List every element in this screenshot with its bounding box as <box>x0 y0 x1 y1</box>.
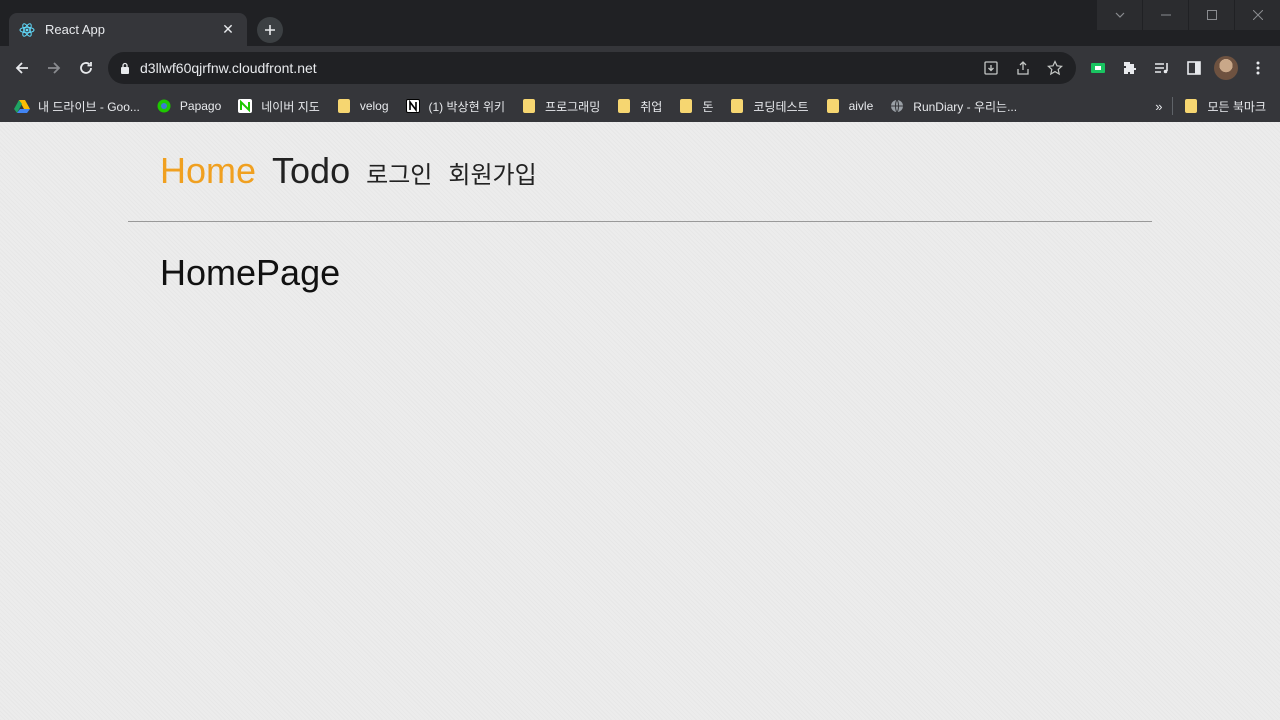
chevron-down-icon <box>1115 12 1124 18</box>
folder-icon <box>616 98 632 114</box>
notion-icon <box>405 98 421 114</box>
more-vert-icon <box>1256 61 1260 75</box>
install-app-button[interactable] <box>978 55 1004 81</box>
all-bookmarks-folder[interactable]: 모든 북마크 <box>1183 92 1266 120</box>
nav-signup-link[interactable]: 회원가입 <box>448 155 536 190</box>
browser-titlebar: React App ✕ <box>0 0 1280 46</box>
menu-button[interactable] <box>1244 54 1272 82</box>
bookmark-label: 취업 <box>640 99 663 114</box>
bookmark-label: 모든 북마크 <box>1207 99 1266 114</box>
extensions-button[interactable] <box>1116 54 1144 82</box>
folder-icon <box>336 98 352 114</box>
star-icon <box>1047 60 1063 76</box>
share-button[interactable] <box>1010 55 1036 81</box>
puzzle-icon <box>1124 62 1136 74</box>
bookmark-programming[interactable]: 프로그래밍 <box>521 92 608 120</box>
arrow-right-icon <box>48 62 61 74</box>
window-controls <box>1096 0 1280 30</box>
new-tab-button[interactable] <box>257 17 283 43</box>
folder-icon <box>521 98 537 114</box>
papago-icon <box>156 98 172 114</box>
bookmark-coding-test[interactable]: 코딩테스트 <box>729 92 816 120</box>
bookmark-google-drive[interactable]: 내 드라이브 - Goo... <box>14 92 148 120</box>
extensions-area <box>1084 52 1272 84</box>
install-icon <box>984 61 998 75</box>
close-tab-icon[interactable]: ✕ <box>219 21 237 39</box>
bookmark-label: velog <box>359 99 389 113</box>
bookmark-aivle[interactable]: aivle <box>825 92 882 120</box>
side-panel-icon <box>1187 61 1201 75</box>
maximize-button[interactable] <box>1188 0 1234 30</box>
folder-icon <box>825 98 841 114</box>
bookmark-label: (1) 박상현 위키 <box>428 99 506 114</box>
nav-todo-link[interactable]: Todo <box>272 150 350 192</box>
bookmark-papago[interactable]: Papago <box>156 92 229 120</box>
profile-button[interactable] <box>1212 54 1240 82</box>
arrow-left-icon <box>15 62 28 74</box>
bookmark-velog[interactable]: velog <box>336 92 397 120</box>
maximize-icon <box>1206 10 1217 20</box>
browser-tab[interactable]: React App ✕ <box>9 13 247 46</box>
minimize-button[interactable] <box>1142 0 1188 30</box>
bookmark-label: aivle <box>848 99 874 113</box>
bookmark-label: 네이버 지도 <box>261 99 320 114</box>
bookmark-label: 내 드라이브 - Goo... <box>38 99 140 114</box>
bookmark-label: 코딩테스트 <box>753 99 809 114</box>
bookmark-wiki[interactable]: (1) 박상현 위키 <box>405 92 514 120</box>
address-bar[interactable]: d3llwf60qjrfnw.cloudfront.net <box>108 52 1076 84</box>
tab-search-button[interactable] <box>1096 0 1142 30</box>
close-window-button[interactable] <box>1234 0 1280 30</box>
share-icon <box>1017 61 1029 75</box>
plus-icon <box>265 25 275 35</box>
close-icon <box>1252 10 1263 20</box>
bookmark-label: RunDiary - 우리는... <box>913 99 1018 114</box>
media-queue-icon <box>1155 63 1168 74</box>
bookmark-naver-map[interactable]: 네이버 지도 <box>237 92 328 120</box>
folder-icon <box>678 98 694 114</box>
react-icon <box>19 22 35 38</box>
side-panel-button[interactable] <box>1180 54 1208 82</box>
forward-button[interactable] <box>38 52 70 84</box>
naver-extension-icon <box>1091 63 1105 73</box>
reload-button[interactable] <box>70 52 102 84</box>
bookmark-label: 돈 <box>702 99 714 114</box>
bookmark-label: Papago <box>179 99 222 113</box>
globe-icon <box>889 98 905 114</box>
bookmark-job[interactable]: 취업 <box>616 92 670 120</box>
bookmarks-bar: 내 드라이브 - Goo... Papago 네이버 지도 velog (1) … <box>0 90 1280 122</box>
divider <box>128 221 1152 222</box>
nav-login-link[interactable]: 로그인 <box>366 155 432 190</box>
back-button[interactable] <box>6 52 38 84</box>
bookmark-rundiary[interactable]: RunDiary - 우리는... <box>889 92 1025 120</box>
url-text: d3llwf60qjrfnw.cloudfront.net <box>140 60 317 76</box>
reload-icon <box>80 62 92 74</box>
minimize-icon <box>1160 14 1171 16</box>
naver-map-icon <box>237 98 253 114</box>
bookmark-label: 프로그래밍 <box>545 99 601 114</box>
avatar <box>1214 56 1238 80</box>
folder-icon <box>1183 98 1199 114</box>
bookmark-money[interactable]: 돈 <box>678 92 721 120</box>
bookmarks-overflow-button[interactable]: » <box>1155 99 1162 114</box>
folder-icon <box>729 98 745 114</box>
bookmark-star-button[interactable] <box>1042 55 1068 81</box>
media-control-button[interactable] <box>1148 54 1176 82</box>
extension-button[interactable] <box>1084 54 1112 82</box>
browser-toolbar: d3llwf60qjrfnw.cloudfront.net <box>0 46 1280 90</box>
app-nav: Home Todo 로그인 회원가입 <box>160 150 553 192</box>
page-title: HomePage <box>160 252 341 293</box>
lock-icon <box>121 62 129 74</box>
nav-home-link[interactable]: Home <box>160 150 256 192</box>
google-drive-icon <box>14 98 30 114</box>
bookmarks-separator <box>1172 97 1174 115</box>
tab-title: React App <box>45 22 105 37</box>
page-content: Home Todo 로그인 회원가입 HomePage <box>0 122 1280 720</box>
